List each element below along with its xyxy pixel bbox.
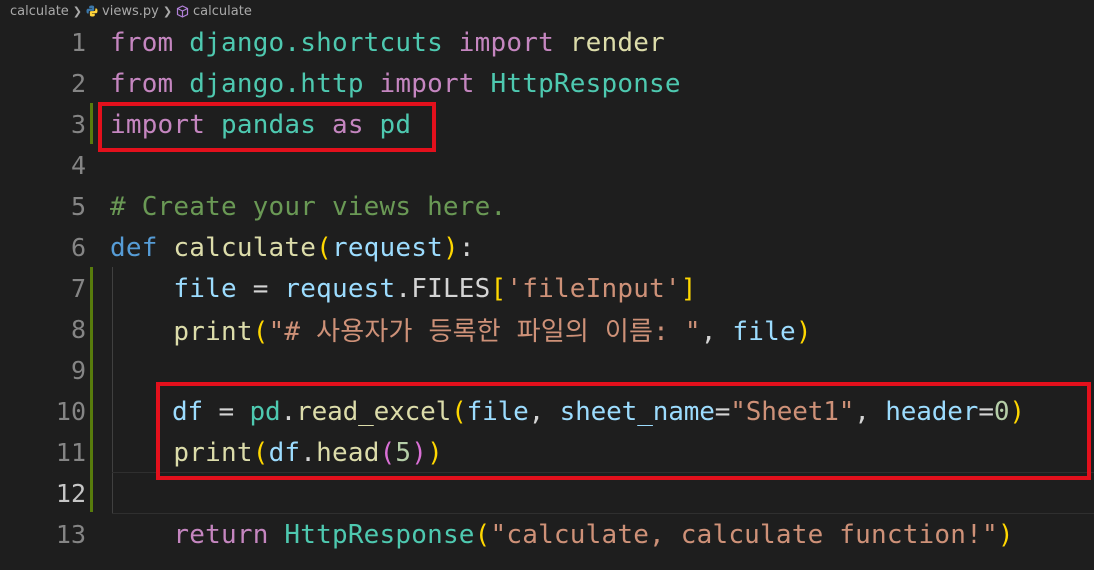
line-number: 8	[70, 315, 86, 344]
code-line-7[interactable]: 7 file = request.FILES['fileInput']	[0, 268, 1094, 309]
keyword: from	[110, 68, 174, 99]
code-line-6[interactable]: 6 def calculate(request):	[0, 227, 1094, 268]
code-line-13[interactable]: 13 return HttpResponse("calculate, calcu…	[0, 514, 1094, 555]
keyword: import	[379, 68, 475, 99]
code-text[interactable]: from django.http import HttpResponse	[110, 69, 681, 99]
comment: # Create your views here.	[110, 191, 507, 222]
bracket: )	[442, 232, 459, 263]
function-name: calculate	[173, 232, 317, 263]
code-text[interactable]: # Create your views here.	[110, 192, 506, 222]
punctuation: :	[458, 232, 475, 263]
breadcrumb-symbol[interactable]: calculate	[193, 4, 252, 19]
bracket: )	[795, 317, 812, 347]
code-text[interactable]: def calculate(request):	[110, 233, 475, 263]
string: "calculate, calculate function!"	[490, 519, 998, 550]
chevron-right-icon: ❯	[162, 4, 173, 18]
line-number: 11	[55, 438, 86, 467]
line-number: 13	[55, 520, 86, 549]
module-name: django.http	[189, 68, 364, 99]
code-line-1[interactable]: 1 from django.shortcuts import render	[0, 22, 1094, 63]
string: 'fileInput'	[506, 273, 681, 304]
code-text[interactable]: print("# 사용자가 등록한 파일의 이름: ", file)	[110, 311, 812, 348]
string: "# 사용자가 등록한 파일의 이름: "	[268, 317, 701, 347]
keyword: import	[458, 27, 554, 58]
line-number: 9	[70, 356, 86, 385]
line-number: 4	[70, 151, 86, 180]
bracket: (	[252, 317, 269, 347]
code-line-2[interactable]: 2 from django.http import HttpResponse	[0, 63, 1094, 104]
code-editor[interactable]: 1 from django.shortcuts import render 2 …	[0, 22, 1094, 570]
keyword: return	[173, 519, 269, 550]
bracket: (	[316, 232, 332, 263]
bracket: (	[474, 519, 491, 550]
breadcrumb-folder[interactable]: calculate	[10, 4, 69, 19]
code-text[interactable]: file = request.FILES['fileInput']	[110, 274, 697, 304]
parameter: request	[331, 232, 443, 263]
breadcrumb: calculate ❯ views.py ❯ calculate	[0, 0, 1094, 22]
imported-name: render	[569, 27, 665, 58]
variable: request	[284, 273, 396, 304]
method-cube-icon	[176, 4, 189, 18]
punctuation: ,	[700, 317, 733, 347]
highlight-box-import-pandas	[98, 102, 436, 152]
breadcrumb-file[interactable]: views.py	[102, 4, 159, 19]
keyword: def	[110, 232, 158, 263]
bracket: ]	[680, 273, 697, 304]
punctuation: .	[395, 273, 412, 304]
code-text[interactable]: return HttpResponse("calculate, calculat…	[110, 520, 1014, 550]
line-number: 1	[70, 28, 86, 57]
python-file-icon	[86, 5, 98, 17]
line-number: 10	[55, 397, 86, 426]
function-name: print	[173, 317, 253, 347]
line-number: 12	[55, 479, 86, 508]
variable: file	[732, 317, 796, 347]
keyword: from	[110, 27, 174, 58]
code-line-5[interactable]: 5 # Create your views here.	[0, 186, 1094, 227]
line-number: 6	[70, 233, 86, 262]
chevron-right-icon: ❯	[72, 4, 83, 18]
line-number: 7	[70, 274, 86, 303]
bracket: )	[997, 519, 1014, 550]
line-number: 3	[70, 110, 86, 139]
module-name: django.shortcuts	[189, 27, 443, 58]
code-text[interactable]: from django.shortcuts import render	[110, 28, 665, 58]
operator: =	[236, 273, 285, 304]
highlight-box-read-excel	[156, 382, 1091, 480]
imported-name: HttpResponse	[490, 68, 681, 99]
variable: file	[173, 273, 237, 304]
line-number: 2	[70, 69, 86, 98]
class-name: HttpResponse	[284, 519, 475, 550]
bracket: [	[490, 273, 507, 304]
code-line-8[interactable]: 8 print("# 사용자가 등록한 파일의 이름: ", file)	[0, 309, 1094, 350]
attribute: FILES	[411, 273, 491, 304]
line-number: 5	[70, 192, 86, 221]
